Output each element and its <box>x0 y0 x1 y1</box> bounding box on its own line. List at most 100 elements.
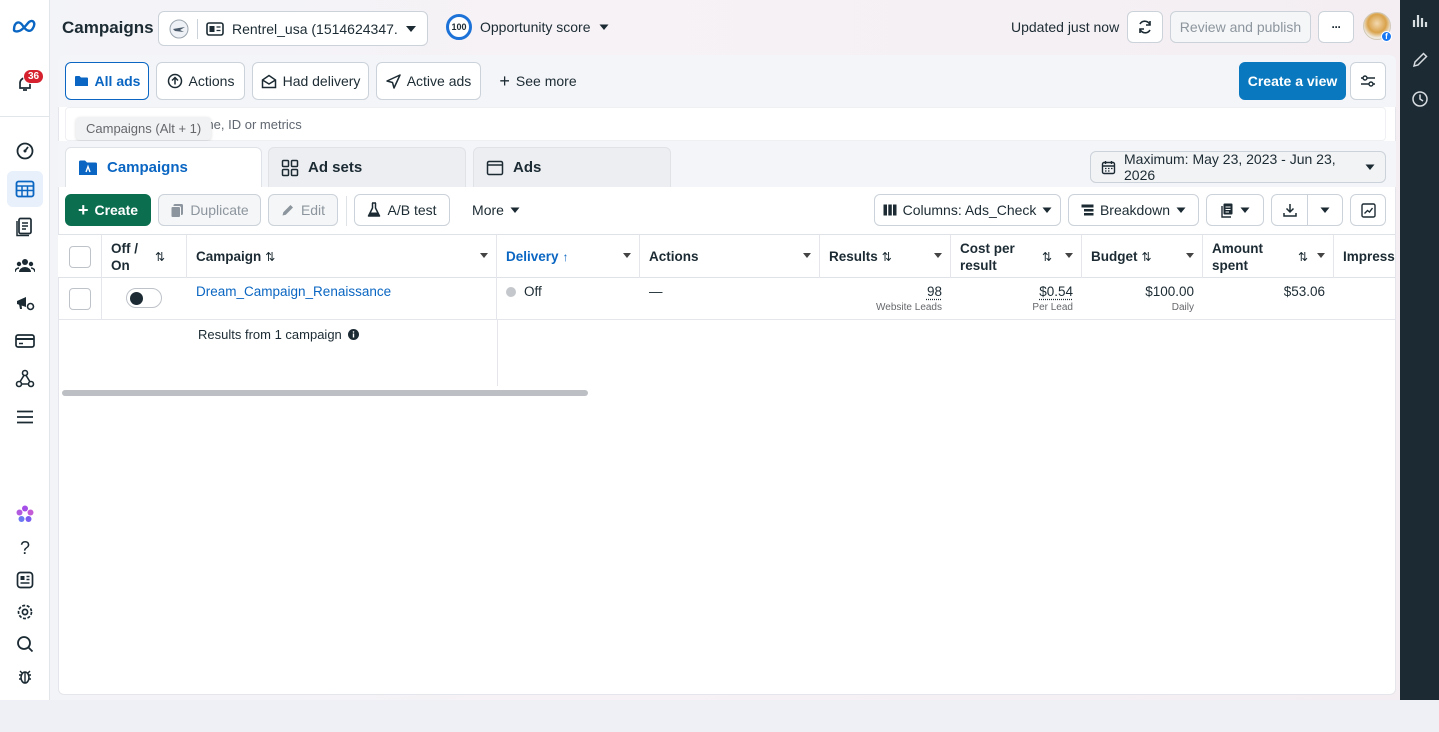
send-plane-icon <box>385 73 401 89</box>
cost-per-result-cell: $0.54 Per Lead <box>951 278 1082 320</box>
report-document-icon <box>1220 203 1234 218</box>
tab-ad-sets[interactable]: Ad sets <box>268 147 466 187</box>
campaign-on-off-toggle[interactable] <box>126 288 162 308</box>
budget-cell: $100.00 Daily <box>1082 278 1203 320</box>
view-all-ads-label: All ads <box>94 73 141 89</box>
events-manager-nodes-icon[interactable] <box>7 361 43 397</box>
duplicate-icon <box>170 203 184 218</box>
settings-gear-icon[interactable] <box>7 594 43 630</box>
create-button[interactable]: + Create <box>65 194 151 226</box>
review-and-publish-button[interactable]: Review and publish <box>1170 11 1311 43</box>
edit-pencil-icon[interactable] <box>1411 51 1429 69</box>
results-summary: Results from 1 campaign <box>198 327 359 342</box>
column-menu-icon[interactable] <box>623 253 631 258</box>
date-range-picker[interactable]: Maximum: May 23, 2023 - Jun 23, 2026 <box>1090 151 1386 183</box>
view-all-ads-button[interactable]: All ads <box>65 62 149 100</box>
refresh-button[interactable] <box>1127 11 1163 43</box>
header-budget[interactable]: Budget ⇅ <box>1082 235 1203 278</box>
columns-dropdown[interactable]: Columns: Ads_Check <box>874 194 1061 226</box>
create-a-view-button[interactable]: Create a view <box>1239 62 1346 100</box>
reports-icon[interactable] <box>7 209 43 245</box>
billing-card-icon[interactable] <box>7 323 43 359</box>
column-menu-icon[interactable] <box>480 253 488 258</box>
history-clock-icon[interactable] <box>1411 90 1429 108</box>
breakdown-dropdown[interactable]: Breakdown <box>1068 194 1199 226</box>
horizontal-scrollbar[interactable] <box>62 390 588 396</box>
header-off-on[interactable]: Off / On ⇅ <box>102 235 187 278</box>
notifications-bell-icon[interactable]: 36 <box>7 66 45 102</box>
tab-campaigns[interactable]: Campaigns <box>65 147 262 187</box>
folder-icon <box>74 75 89 87</box>
header-actions-label: Actions <box>649 249 699 264</box>
view-actions-button[interactable]: Actions <box>156 62 245 100</box>
all-tools-menu-icon[interactable] <box>7 399 43 435</box>
column-menu-icon[interactable] <box>1186 253 1194 258</box>
view-settings-button[interactable] <box>1350 62 1386 100</box>
more-options-button[interactable]: ··· <box>1318 11 1354 43</box>
export-button[interactable] <box>1271 194 1308 226</box>
actions-upload-icon <box>167 73 183 89</box>
edit-button[interactable]: Edit <box>268 194 338 226</box>
view-had-delivery-button[interactable]: Had delivery <box>252 62 369 100</box>
chevron-down-icon <box>1042 207 1052 214</box>
header-budget-label: Budget <box>1091 249 1138 264</box>
facebook-badge-icon: f <box>1381 31 1392 42</box>
see-more-views-button[interactable]: + See more <box>490 62 586 100</box>
results-cell: 98 Website Leads <box>820 278 951 320</box>
table-footer-row: Results from 1 campaign <box>58 320 1395 386</box>
columns-label: Columns: Ads_Check <box>902 202 1037 218</box>
column-menu-icon[interactable] <box>803 253 811 258</box>
search-icon[interactable] <box>7 626 43 662</box>
info-icon[interactable] <box>347 329 359 340</box>
header-results-label: Results <box>829 249 878 264</box>
meta-logo-icon[interactable] <box>7 8 43 44</box>
select-all-checkbox[interactable] <box>68 245 91 268</box>
opportunity-score-dropdown[interactable]: 100 Opportunity score <box>446 14 609 40</box>
bar-chart-icon[interactable] <box>1411 11 1429 29</box>
table-header: Off / On ⇅ Campaign ⇅ Delivery ↑ Actions… <box>58 234 1395 278</box>
more-actions-dropdown[interactable]: More <box>461 194 531 226</box>
charts-button[interactable] <box>1350 194 1386 226</box>
notifications-badge: 36 <box>23 69 45 84</box>
ab-test-button[interactable]: A/B test <box>354 194 450 226</box>
campaign-name-link[interactable]: Dream_Campaign_Renaissance <box>196 284 391 299</box>
results-value: 98 <box>926 284 942 299</box>
reports-dropdown[interactable] <box>1206 194 1264 226</box>
duplicate-button[interactable]: Duplicate <box>158 194 261 226</box>
bottom-strip <box>0 700 1439 732</box>
help-question-icon[interactable]: ? <box>7 530 43 566</box>
filter-search-input[interactable] <box>80 116 1385 132</box>
header-actions[interactable]: Actions <box>640 235 820 278</box>
header-campaign[interactable]: Campaign ⇅ <box>187 235 497 278</box>
audiences-people-icon[interactable] <box>7 247 43 283</box>
report-bug-icon[interactable] <box>7 658 43 694</box>
header-cost-per-result[interactable]: Cost per result ⇅ <box>951 235 1082 278</box>
campaigns-table-icon[interactable] <box>7 171 43 207</box>
news-feed-icon[interactable] <box>7 562 43 598</box>
header-impressions[interactable]: Impressi <box>1334 235 1395 278</box>
dashboard-gauge-icon[interactable] <box>7 133 43 169</box>
view-active-ads-button[interactable]: Active ads <box>376 62 481 100</box>
right-side-rail <box>1400 0 1439 700</box>
column-menu-icon[interactable] <box>1317 253 1325 258</box>
more-label: More <box>472 202 504 218</box>
header-delivery[interactable]: Delivery ↑ <box>497 235 640 278</box>
header-campaign-label: Campaign <box>196 249 262 264</box>
tab-ads[interactable]: Ads <box>473 147 671 187</box>
header-amount-spent[interactable]: Amount spent ⇅ <box>1203 235 1334 278</box>
delivery-status: Off <box>524 284 542 299</box>
chevron-down-icon <box>405 25 417 33</box>
header-results[interactable]: Results ⇅ <box>820 235 951 278</box>
column-menu-icon[interactable] <box>1065 253 1073 258</box>
results-type: Website Leads <box>876 302 942 313</box>
ad-settings-megaphone-icon[interactable] <box>7 285 43 321</box>
row-checkbox[interactable] <box>68 288 91 310</box>
sort-arrows-icon: ⇅ <box>1141 249 1152 264</box>
column-menu-icon[interactable] <box>934 253 942 258</box>
meta-ai-flower-icon[interactable] <box>7 496 43 532</box>
envelope-open-icon <box>261 74 277 89</box>
export-options-dropdown[interactable] <box>1307 194 1343 226</box>
ads-window-icon <box>486 160 504 176</box>
ad-account-selector[interactable]: Rentrel_usa (1514624347... <box>158 11 428 46</box>
tab-campaigns-label: Campaigns <box>107 159 188 176</box>
